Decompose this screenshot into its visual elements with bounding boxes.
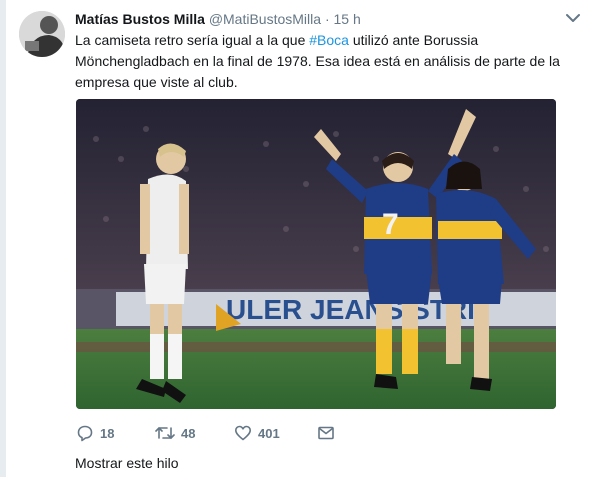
hashtag-link[interactable]: #Boca <box>309 32 349 48</box>
header-separator: · <box>324 11 330 27</box>
like-icon <box>235 425 251 441</box>
reply-button[interactable]: 18 <box>76 424 155 442</box>
retweet-icon <box>155 427 175 439</box>
reply-count: 18 <box>100 425 115 441</box>
tweet-header: Matías Bustos Milla @MatiBustosMilla · 1… <box>75 10 555 28</box>
tweet-text: La camiseta retro sería igual a la que #… <box>75 30 560 93</box>
author-name[interactable]: Matías Bustos Milla <box>75 11 205 27</box>
like-count: 401 <box>258 425 280 441</box>
stadium-banner-text: ULER JEANS STRI <box>226 294 475 325</box>
jersey-number: 7 <box>382 208 399 241</box>
timeline-left-border <box>0 0 6 477</box>
avatar-image <box>19 11 65 57</box>
author-handle[interactable]: @MatiBustosMilla <box>209 11 321 27</box>
tweet-text-start: La camiseta retro sería igual a la que <box>75 32 310 48</box>
message-icon <box>318 426 334 440</box>
reply-icon <box>77 425 93 442</box>
football-photo: ULER JEANS STRI 7 <box>76 99 556 409</box>
avatar[interactable] <box>19 11 65 57</box>
direct-message-button[interactable] <box>317 424 335 442</box>
show-thread-link[interactable]: Mostrar este hilo <box>75 455 178 471</box>
retweet-count: 48 <box>181 425 196 441</box>
tweet-actions: 18 48 401 <box>76 423 335 443</box>
chevron-down-icon[interactable] <box>566 13 580 23</box>
like-button[interactable]: 401 <box>234 424 317 442</box>
retweet-button[interactable]: 48 <box>155 424 234 442</box>
tweet-photo[interactable]: ULER JEANS STRI 7 <box>76 99 556 409</box>
tweet-timestamp[interactable]: 15 h <box>334 11 361 27</box>
